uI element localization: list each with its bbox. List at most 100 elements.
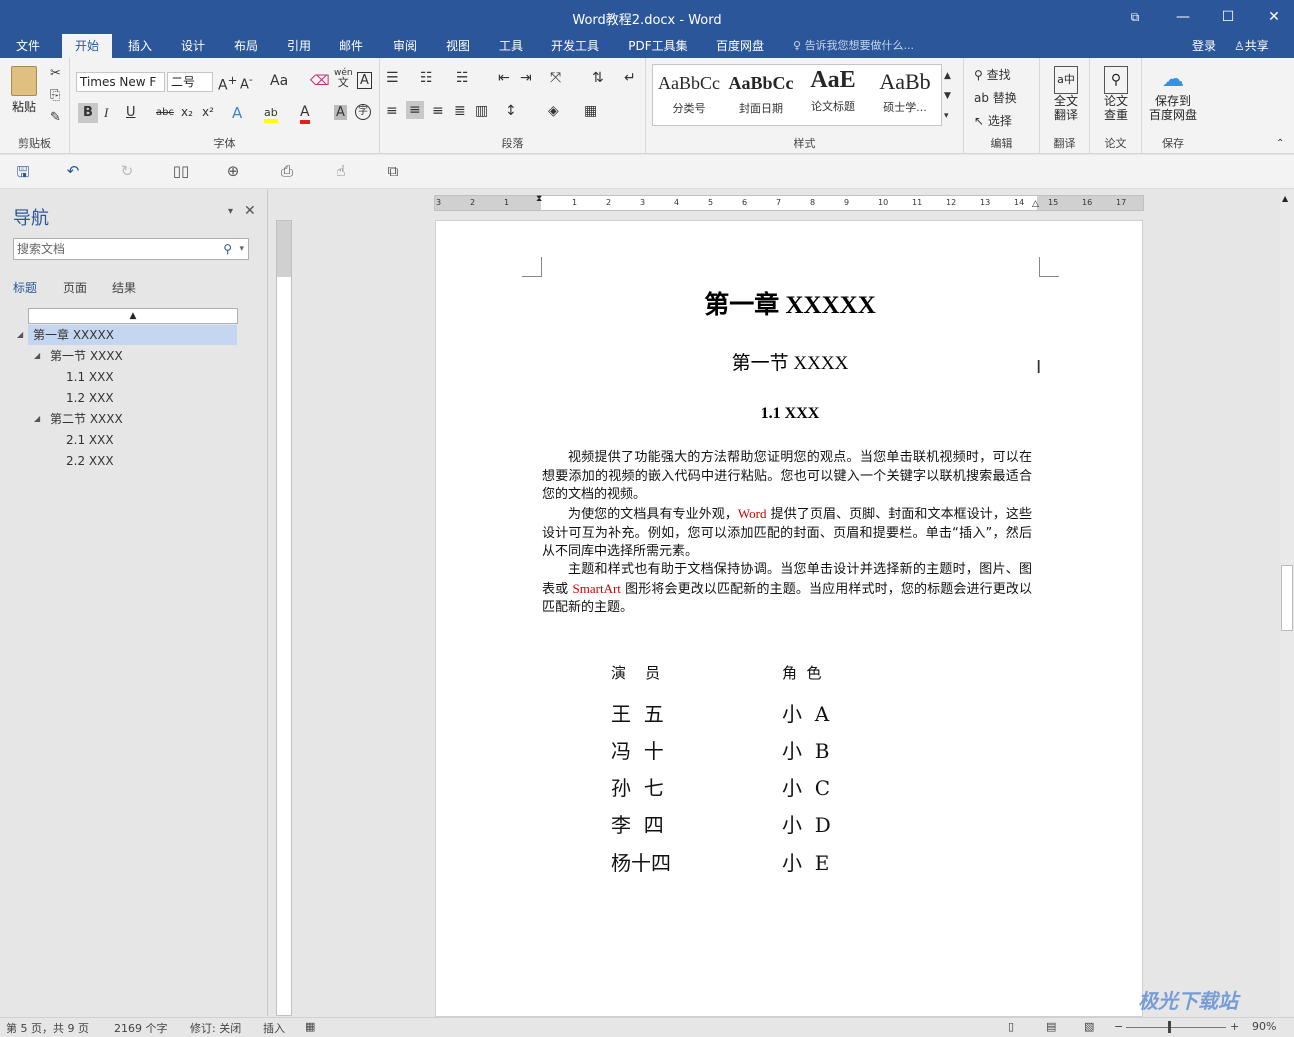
table-cell[interactable]: 小 B — [782, 735, 829, 764]
print-layout-button[interactable]: ▤ — [1046, 1020, 1056, 1033]
table-cell[interactable]: 李 四 — [611, 809, 664, 838]
tab-pdf-tools[interactable]: PDF工具集 — [617, 34, 699, 58]
zoom-slider-thumb[interactable] — [1168, 1021, 1171, 1033]
zoom-level[interactable]: 90% — [1252, 1020, 1276, 1033]
numbering-icon[interactable]: ☷ — [420, 70, 433, 86]
char-shading-button[interactable]: A — [334, 105, 347, 120]
align-right-icon[interactable]: ≡ — [432, 103, 444, 119]
customize-icon[interactable]: ⧉ — [382, 162, 404, 182]
nav-heading[interactable]: 1.2 XXX — [66, 388, 114, 408]
distributed-icon[interactable]: ▥ — [475, 103, 488, 119]
nav-tab-pages[interactable]: 页面 — [63, 279, 87, 296]
tab-references[interactable]: 引用 — [275, 34, 323, 58]
style-item[interactable]: AaBb 硕士学... — [869, 65, 941, 125]
collapse-ribbon-icon[interactable]: ⌃ — [1276, 138, 1284, 149]
table-cell[interactable]: 王 五 — [611, 698, 664, 727]
print-preview-icon[interactable]: ⎙ — [276, 162, 298, 182]
highlight-button[interactable]: ab — [264, 106, 278, 123]
word-count[interactable]: 2169 个字 — [114, 1020, 168, 1036]
tab-baidu-pan[interactable]: 百度网盘 — [706, 34, 774, 58]
styles-scroll-icon[interactable]: ▲ ▼ ▾ — [944, 66, 951, 126]
decrease-indent-icon[interactable]: ⇤ — [498, 70, 510, 86]
bullets-icon[interactable]: ☰ — [386, 70, 399, 86]
borders-icon[interactable]: ▦ — [584, 103, 597, 119]
vertical-scrollbar[interactable]: ▲ — [1280, 190, 1294, 1016]
font-color-button[interactable]: A — [300, 104, 310, 124]
full-translate-button[interactable]: a中 全文 翻译 — [1046, 66, 1086, 122]
table-header-actor[interactable]: 演 员 — [611, 662, 660, 683]
select-button[interactable]: ↖ 选择 — [974, 112, 1012, 129]
line-spacing-icon[interactable]: ↕ — [505, 103, 517, 119]
copy-icon[interactable]: ⎘ — [50, 88, 60, 103]
table-cell[interactable]: 杨十四 — [611, 847, 671, 876]
change-case-button[interactable]: Aa — [270, 73, 288, 89]
tab-developer[interactable]: 开发工具 — [542, 34, 608, 58]
multilevel-list-icon[interactable]: ☵ — [456, 70, 469, 86]
tab-review[interactable]: 审阅 — [381, 34, 429, 58]
find-button[interactable]: ⚲ 查找 — [974, 66, 1011, 83]
font-size-select[interactable]: 二号 — [167, 72, 213, 92]
close-icon[interactable]: ✕ — [1263, 6, 1285, 28]
read-mode-icon[interactable]: ▯▯ — [170, 162, 192, 182]
enclose-char-button[interactable]: 字 — [355, 104, 371, 120]
save-icon[interactable]: 🖫 — [12, 162, 34, 182]
web-layout-icon[interactable]: ⊕ — [222, 162, 244, 182]
style-item[interactable]: AaE 论文标题 — [797, 65, 869, 125]
underline-button[interactable]: U — [126, 105, 136, 120]
replace-button[interactable]: ab 替换 — [974, 89, 1017, 106]
login-button[interactable]: 登录 — [1192, 34, 1216, 58]
paragraph-3[interactable]: 主题和样式也有助于文档保持协调。当您单击设计并选择新的主题时，图片、图表或 Sm… — [542, 561, 1032, 618]
table-cell[interactable]: 孙 七 — [611, 772, 664, 801]
tab-insert[interactable]: 插入 — [116, 34, 164, 58]
cut-icon[interactable]: ✂ — [50, 66, 61, 81]
expand-icon[interactable]: ◢ — [34, 409, 40, 429]
align-left-icon[interactable]: ≡ — [386, 103, 398, 119]
nav-heading[interactable]: 2.2 XXX — [66, 451, 114, 471]
table-cell[interactable]: 小 D — [782, 809, 831, 838]
style-item[interactable]: AaBbCc 分类号 — [653, 65, 725, 125]
scroll-up-icon[interactable]: ▲ — [1282, 194, 1288, 203]
char-border-button[interactable]: A — [357, 72, 372, 89]
nav-tab-headings[interactable]: 标题 — [13, 279, 37, 296]
tab-home[interactable]: 开始 — [62, 34, 112, 58]
minimize-icon[interactable]: — — [1172, 6, 1194, 28]
table-cell[interactable]: 冯 十 — [611, 735, 664, 764]
macro-icon[interactable]: ▦ — [305, 1020, 315, 1033]
zoom-slider[interactable] — [1126, 1027, 1226, 1028]
share-button[interactable]: ♙共享 — [1234, 34, 1269, 58]
nav-tab-results[interactable]: 结果 — [112, 279, 136, 296]
phonetic-guide-button[interactable]: wén 文 — [334, 69, 353, 89]
indent-marker-icon[interactable]: ⧗ — [536, 194, 542, 204]
touch-mode-icon[interactable]: ☝ — [330, 162, 352, 182]
nav-close-icon[interactable]: ✕ — [244, 203, 256, 219]
zoom-out-icon[interactable]: − — [1114, 1020, 1123, 1033]
table-cell[interactable]: 小 E — [782, 847, 829, 876]
maximize-icon[interactable]: ☐ — [1217, 6, 1239, 28]
table-cell[interactable]: 小 C — [782, 772, 830, 801]
horizontal-ruler[interactable]: 3 2 1 1 2 3 4 5 6 7 8 9 10 11 12 13 14 15 16 17 ⧗ △ — [434, 194, 1144, 211]
increase-indent-icon[interactable]: ⇥ — [520, 70, 532, 86]
heading-1[interactable]: 第一章 XXXXX — [436, 285, 1144, 321]
font-name-select[interactable]: Times New F — [76, 72, 165, 92]
scroll-thumb[interactable] — [1281, 565, 1293, 631]
search-dropdown-icon[interactable]: ▾ — [239, 239, 244, 259]
paragraph-2[interactable]: 为使您的文档具有专业外观，Word 提供了页眉、页脚、封面和文本框设计，这些设计… — [542, 505, 1032, 562]
shading-icon[interactable]: ◈ — [548, 103, 559, 119]
superscript-button[interactable]: x² — [202, 105, 214, 119]
table-header-role[interactable]: 角 色 — [782, 662, 822, 683]
align-center-icon[interactable]: ≡ — [406, 101, 424, 119]
track-changes-status[interactable]: 修订: 关闭 — [190, 1020, 241, 1036]
text-effects-button[interactable]: A — [232, 104, 242, 122]
search-icon[interactable]: ⚲ — [223, 239, 232, 259]
nav-heading[interactable]: ◢ 第一章 XXXXX — [17, 325, 237, 345]
redo-icon[interactable]: ↻ — [116, 162, 138, 182]
expand-icon[interactable]: ◢ — [34, 346, 40, 366]
clear-format-icon[interactable]: ⌫ — [310, 73, 330, 89]
subscript-button[interactable]: x₂ — [181, 105, 193, 119]
italic-button[interactable]: I — [104, 105, 108, 121]
format-painter-icon[interactable]: ✎ — [50, 110, 61, 125]
vertical-ruler[interactable] — [276, 220, 292, 1016]
zoom-in-icon[interactable]: + — [1230, 1020, 1239, 1033]
nav-heading[interactable]: ◢ 第二节 XXXX — [34, 409, 123, 429]
nav-menu-icon[interactable]: ▾ — [228, 206, 233, 217]
